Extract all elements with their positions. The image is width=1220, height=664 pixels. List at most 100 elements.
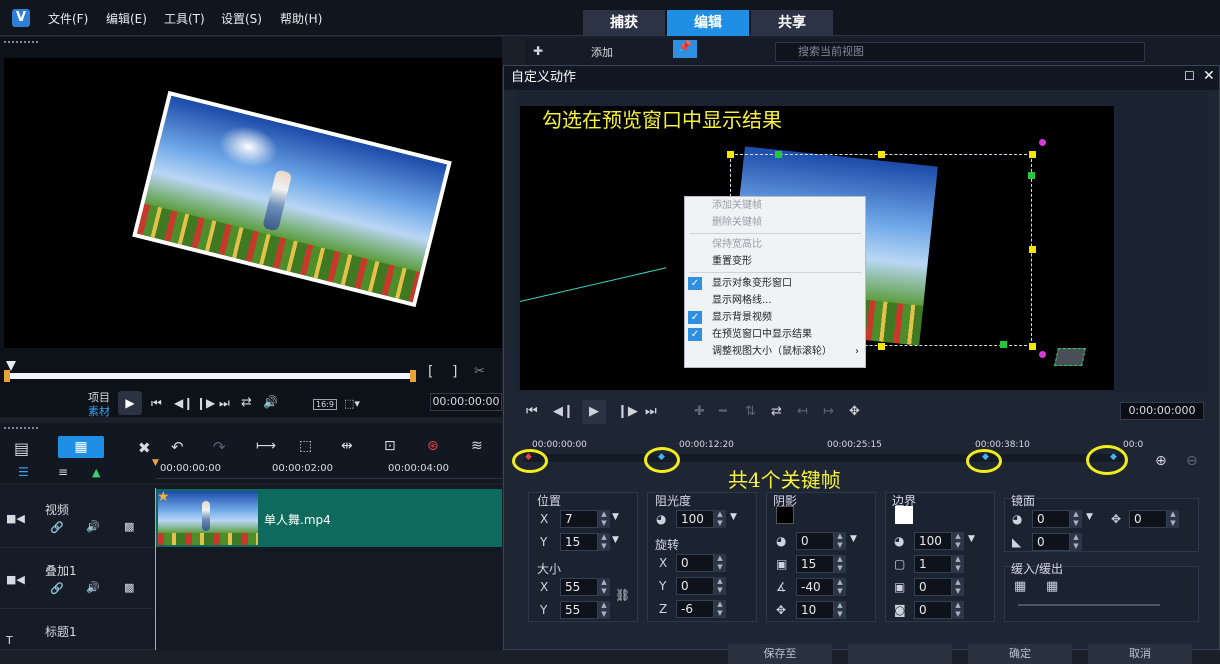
- fade-in-icon[interactable]: ▦: [1014, 579, 1026, 594]
- library-add-label[interactable]: 添加: [591, 44, 613, 60]
- library-search-input[interactable]: 搜索当前视图: [775, 42, 1145, 62]
- trim-in-marker[interactable]: [4, 370, 10, 382]
- mirror-distance-spin[interactable]: ▲ ▼: [1167, 510, 1179, 528]
- tab-capture[interactable]: 捕获: [583, 10, 665, 36]
- rotation-z-field[interactable]: -6: [676, 600, 714, 618]
- menu-help[interactable]: 帮助(H): [280, 10, 322, 27]
- corner-handle[interactable]: [1028, 172, 1035, 179]
- track-header-title[interactable]: T 标题1: [0, 610, 154, 650]
- transform-handle[interactable]: [878, 343, 885, 350]
- shadow-distance-field[interactable]: 10: [796, 601, 834, 619]
- border-opacity-field[interactable]: 100: [914, 532, 952, 550]
- close-icon[interactable]: ✕: [1203, 68, 1215, 84]
- play-button[interactable]: ▶: [118, 391, 142, 415]
- trim-out-marker[interactable]: [410, 370, 416, 382]
- repeat-icon[interactable]: ⇄: [241, 395, 252, 410]
- mark-out-icon[interactable]: ]: [452, 364, 457, 380]
- menu-item-resize-view[interactable]: 调整视图大小（鼠标滚轮） ›: [685, 343, 865, 360]
- tab-share[interactable]: 共享: [751, 10, 833, 36]
- add-keyframe-icon[interactable]: ✚: [694, 404, 705, 419]
- menu-file[interactable]: 文件(F): [48, 10, 88, 27]
- menu-item-show-transform-window[interactable]: ✓ 显示对象变形窗口: [685, 275, 865, 292]
- keyframe-track[interactable]: [524, 454, 1124, 462]
- mute-icon[interactable]: 🔊: [86, 581, 100, 594]
- shadow-opacity-menu-icon[interactable]: ▼: [850, 534, 857, 544]
- go-end-icon[interactable]: ⏭: [645, 404, 657, 419]
- mirror-fade-field[interactable]: 0: [1032, 533, 1070, 551]
- keyframe-ruler[interactable]: 00:00:00:00 00:00:12:20 00:00:25:15 00:0…: [520, 436, 1143, 466]
- shadow-box[interactable]: [1054, 348, 1086, 366]
- ripple-edit-icon[interactable]: ▲: [92, 466, 100, 479]
- remove-keyframe-icon[interactable]: ━: [719, 404, 727, 419]
- split-icon[interactable]: ⇹: [341, 438, 353, 454]
- record-screen-icon[interactable]: ⬚: [299, 438, 312, 454]
- scrub-bar[interactable]: [4, 370, 416, 382]
- menu-item-show-result[interactable]: ✓ 在预览窗口中显示结果: [685, 326, 865, 343]
- mirror-opacity-menu-icon[interactable]: ▼: [1086, 512, 1093, 522]
- scissors-icon[interactable]: ✂: [474, 364, 485, 379]
- fit-timeline-icon[interactable]: ⟼: [256, 438, 276, 454]
- zoom-out-icon[interactable]: ⊖: [1186, 453, 1198, 469]
- position-y-menu-icon[interactable]: ▼: [612, 535, 619, 545]
- menu-edit[interactable]: 编辑(E): [106, 10, 147, 27]
- pin-icon[interactable]: 📌: [673, 40, 697, 58]
- opacity-menu-icon[interactable]: ▼: [730, 512, 737, 522]
- prev-frame-icon[interactable]: ◀❙: [174, 396, 193, 410]
- track-manager-icon[interactable]: ☰: [18, 465, 29, 479]
- mirror-opacity-field[interactable]: 0: [1032, 510, 1070, 528]
- path-icon[interactable]: ✥: [849, 404, 860, 419]
- undo-icon[interactable]: ↶: [171, 438, 184, 456]
- tools-icon[interactable]: ✖: [138, 439, 151, 457]
- mirror-opacity-spin[interactable]: ▲ ▼: [1070, 510, 1082, 528]
- timeline-view-icon[interactable]: ▦: [58, 436, 104, 458]
- redo-icon[interactable]: ↷: [213, 438, 226, 456]
- next-frame-icon[interactable]: ❙▶: [196, 396, 215, 410]
- border-width-field[interactable]: 1: [914, 555, 952, 573]
- timeline-ruler[interactable]: ▼ 00:00:00:00 00:00:02:00 00:00:04:00: [152, 458, 502, 479]
- volume-icon[interactable]: 🔊: [263, 395, 278, 409]
- cancel-button[interactable]: 取消: [1088, 644, 1192, 664]
- transform-handle[interactable]: [878, 151, 885, 158]
- storyboard-view-icon[interactable]: ▤: [14, 439, 29, 458]
- border-opacity-menu-icon[interactable]: ▼: [968, 534, 975, 544]
- position-y-spin[interactable]: ▲ ▼: [598, 533, 610, 551]
- clip-mode-label[interactable]: 素材: [88, 403, 110, 419]
- menu-item-show-background[interactable]: ✓ 显示背景视频: [685, 309, 865, 326]
- shadow-color-swatch[interactable]: [776, 506, 794, 524]
- motion-icon[interactable]: ⊛: [427, 438, 439, 454]
- next-keyframe-icon[interactable]: ↦: [823, 404, 834, 419]
- playhead-marker[interactable]: ▼: [152, 458, 159, 468]
- position-x-spin[interactable]: ▲ ▼: [598, 510, 610, 528]
- menu-item-add-keyframe[interactable]: 添加关键帧: [685, 197, 865, 214]
- fit-view-icon[interactable]: ⬚▾: [344, 397, 360, 410]
- rotation-y-field[interactable]: 0: [676, 577, 714, 595]
- go-end-icon[interactable]: ⏭: [219, 396, 230, 411]
- menu-item-show-grid[interactable]: 显示网格线...: [685, 292, 865, 309]
- rotation-x-spin[interactable]: ▲ ▼: [714, 554, 726, 572]
- link-aspect-icon[interactable]: ⛓: [615, 588, 630, 602]
- border-blur-spin[interactable]: ▲ ▼: [952, 578, 964, 596]
- menu-tools[interactable]: 工具(T): [164, 10, 205, 27]
- shadow-blur-field[interactable]: 15: [796, 555, 834, 573]
- transform-handle[interactable]: [1029, 246, 1036, 253]
- opacity-spin[interactable]: ▲ ▼: [714, 510, 726, 528]
- panel-grip-2[interactable]: [4, 427, 38, 429]
- shadow-opacity-field[interactable]: 0: [796, 532, 834, 550]
- mirror-fade-spin[interactable]: ▲ ▼: [1070, 533, 1082, 551]
- shadow-blur-spin[interactable]: ▲ ▼: [834, 555, 846, 573]
- border-style-spin[interactable]: ▲ ▼: [952, 601, 964, 619]
- border-opacity-spin[interactable]: ▲ ▼: [952, 532, 964, 550]
- size-x-spin[interactable]: ▲ ▼: [598, 578, 610, 596]
- aspect-ratio-button[interactable]: 16:9: [313, 399, 337, 410]
- go-start-icon[interactable]: ⏮: [526, 404, 538, 419]
- position-x-menu-icon[interactable]: ▼: [612, 512, 619, 522]
- rotation-y-spin[interactable]: ▲ ▼: [714, 577, 726, 595]
- save-to-button[interactable]: 保存至: [728, 644, 832, 664]
- ok-button[interactable]: 确定: [968, 644, 1072, 664]
- swap-icon[interactable]: ⇄: [771, 404, 782, 419]
- border-blur-field[interactable]: 0: [914, 578, 952, 596]
- go-start-icon[interactable]: ⏮: [151, 396, 162, 411]
- transform-handle[interactable]: [1029, 343, 1036, 350]
- size-y-field[interactable]: 55: [560, 601, 598, 619]
- fade-slider[interactable]: [1018, 604, 1160, 606]
